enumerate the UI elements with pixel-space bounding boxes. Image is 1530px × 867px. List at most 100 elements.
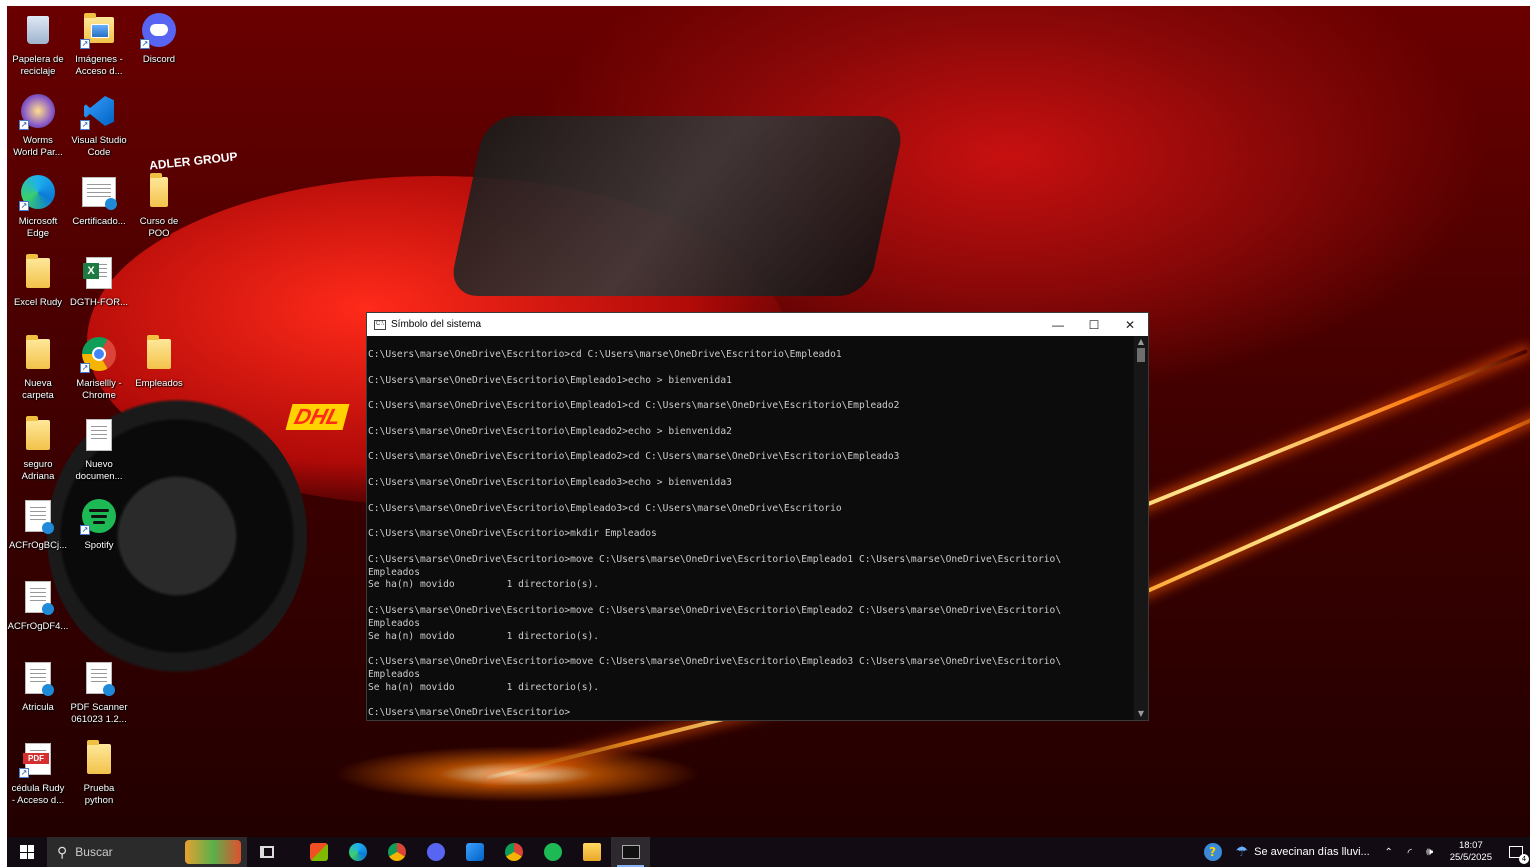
- desktop-icon-certificado[interactable]: Certificado...: [68, 174, 130, 228]
- clock-time: 18:07: [1458, 840, 1483, 851]
- desktop-icon-spotify[interactable]: ↗ Spotify: [68, 498, 130, 552]
- desktop-icon-worms[interactable]: ↗ Worms World Par...: [7, 93, 69, 159]
- cmd-window[interactable]: C:\ Símbolo del sistema — ☐ ✕ C:\Users\m…: [366, 312, 1149, 721]
- desktop-icon-chrome[interactable]: ↗ Marisellly - Chrome: [68, 336, 130, 402]
- wifi-icon: ◜: [1407, 845, 1412, 859]
- taskbar-terminal[interactable]: [611, 837, 650, 867]
- task-view-icon: [260, 846, 274, 858]
- desktop-icon-nuevo-documento[interactable]: Nuevo documen...: [68, 417, 130, 483]
- folder-icon: [20, 254, 56, 291]
- clock-date: 25/5/2025: [1449, 852, 1492, 863]
- edge-icon: ↗: [19, 174, 56, 211]
- desktop-icon-recycle-bin[interactable]: Papelera de reciclaje: [7, 12, 69, 78]
- cmd-output[interactable]: C:\Users\marse\OneDrive\Escritorio>cd C:…: [367, 336, 1134, 720]
- weather-text: Se avecinan días lluvi...: [1254, 846, 1370, 858]
- desktop-icon-nueva-carpeta[interactable]: Nueva carpeta: [7, 335, 69, 402]
- dhl-logo: DHL: [285, 404, 350, 430]
- taskbar-discord[interactable]: [416, 837, 455, 867]
- desktop-icon-empleados[interactable]: Empleados: [128, 335, 190, 390]
- vscode-icon: ↗: [80, 93, 117, 130]
- desktop-icon-cedula-rudy[interactable]: PDF ↗ cédula Rudy - Acceso d...: [7, 741, 69, 807]
- discord-icon: [426, 843, 445, 861]
- help-button[interactable]: ?: [1198, 837, 1228, 867]
- desktop-icon-atricula[interactable]: Atricula: [7, 660, 69, 714]
- chrome-profile-icon: [504, 843, 523, 861]
- document-icon: [81, 660, 117, 696]
- desktop-icon-edge[interactable]: ↗ Microsoft Edge: [7, 174, 69, 240]
- scroll-down-arrow-icon[interactable]: ▼: [1134, 708, 1148, 720]
- desktop-icon-curso-poo[interactable]: Curso de POO: [128, 173, 190, 240]
- desktop-icon-prueba-python[interactable]: Prueba python: [68, 740, 130, 807]
- taskbar-vscode[interactable]: [455, 837, 494, 867]
- cmd-titlebar[interactable]: C:\ Símbolo del sistema — ☐ ✕: [367, 313, 1148, 336]
- chevron-up-icon: ⌃: [1384, 846, 1393, 858]
- scroll-up-arrow-icon[interactable]: ▲: [1134, 336, 1148, 348]
- desktop-icon-pdf-scanner[interactable]: PDF Scanner 061023 1.2...: [68, 660, 130, 726]
- folder-icon: [141, 335, 177, 372]
- taskbar: ⚲ Buscar ? ☂ Se avecinan días lluvi... ⌃…: [7, 837, 1530, 867]
- folder-icon: [141, 173, 177, 210]
- text-document-icon: [81, 417, 117, 453]
- start-button[interactable]: [7, 837, 47, 867]
- volume-button[interactable]: 🕪: [1420, 837, 1440, 867]
- maximize-button[interactable]: ☐: [1076, 313, 1112, 336]
- chrome-icon: [387, 843, 406, 861]
- speaker-icon: 🕪: [1426, 845, 1434, 858]
- desktop-icon-vscode[interactable]: ↗ Visual Studio Code: [68, 93, 130, 159]
- network-button[interactable]: ◜: [1400, 837, 1420, 867]
- taskbar-chrome-profile[interactable]: [494, 837, 533, 867]
- desktop-icon-acfrogbcj[interactable]: ACFrOgBCj...: [7, 498, 69, 552]
- recycle-bin-icon: [20, 12, 56, 48]
- document-icon: [81, 174, 117, 210]
- desktop: ADLER GROUP DHL Papelera de reciclaje ↗ …: [7, 6, 1530, 867]
- desktop-icon-excel-rudy[interactable]: Excel Rudy: [7, 254, 69, 309]
- cmd-scrollbar[interactable]: ▲ ▼: [1134, 336, 1148, 720]
- notifications-button[interactable]: 4: [1502, 837, 1530, 867]
- windows-logo-icon: [20, 845, 34, 859]
- minimize-button[interactable]: —: [1040, 313, 1076, 336]
- taskbar-chrome[interactable]: [377, 837, 416, 867]
- weather-widget[interactable]: ☂ Se avecinan días lluvi...: [1228, 837, 1378, 867]
- document-icon: [20, 498, 56, 534]
- file-explorer-icon: [582, 843, 601, 861]
- worms-game-icon: ↗: [19, 93, 56, 130]
- car-wing: [447, 116, 907, 296]
- search-highlight-icon: [185, 840, 241, 864]
- desktop-icon-acfrogdf4[interactable]: ACFrOgDF4...: [7, 579, 69, 633]
- search-icon: ⚲: [57, 843, 68, 860]
- show-hidden-icons-button[interactable]: ⌃: [1378, 837, 1400, 867]
- excel-file-icon: X: [81, 255, 117, 291]
- taskbar-store[interactable]: [299, 837, 338, 867]
- desktop-icon-dgth[interactable]: X DGTH-FOR...: [68, 255, 130, 309]
- taskbar-edge[interactable]: [338, 837, 377, 867]
- desktop-icon-seguro-adriana[interactable]: seguro Adriana: [7, 416, 69, 483]
- document-icon: [20, 660, 56, 696]
- desktop-icon-pictures[interactable]: ↗ Imágenes - Acceso d...: [68, 12, 130, 78]
- sponsor-text: ADLER GROUP: [148, 149, 239, 173]
- taskbar-file-explorer[interactable]: [572, 837, 611, 867]
- taskbar-spotify[interactable]: [533, 837, 572, 867]
- document-icon: [20, 579, 56, 615]
- chrome-icon: ↗: [80, 336, 117, 373]
- search-box[interactable]: ⚲ Buscar: [47, 837, 247, 867]
- terminal-icon: [621, 845, 640, 859]
- discord-icon: ↗: [140, 12, 177, 49]
- vscode-icon: [465, 843, 484, 861]
- folder-icon: [20, 335, 56, 372]
- pictures-folder-icon: ↗: [80, 12, 117, 49]
- task-view-button[interactable]: [247, 837, 287, 867]
- cmd-window-title: Símbolo del sistema: [391, 319, 482, 330]
- edge-icon: [348, 843, 367, 861]
- store-icon: [309, 843, 328, 861]
- scroll-thumb[interactable]: [1137, 348, 1145, 362]
- close-button[interactable]: ✕: [1112, 313, 1148, 336]
- pdf-icon: PDF ↗: [19, 741, 56, 778]
- notification-icon: 4: [1509, 846, 1529, 864]
- clock[interactable]: 18:07 25/5/2025: [1440, 837, 1502, 867]
- desktop-icon-discord[interactable]: ↗ Discord: [128, 12, 190, 66]
- help-icon: ?: [1203, 843, 1222, 861]
- spotify-icon: [543, 843, 562, 861]
- rain-umbrella-icon: ☂: [1235, 844, 1249, 860]
- notification-count-badge: 4: [1519, 854, 1529, 864]
- search-placeholder: Buscar: [75, 845, 113, 859]
